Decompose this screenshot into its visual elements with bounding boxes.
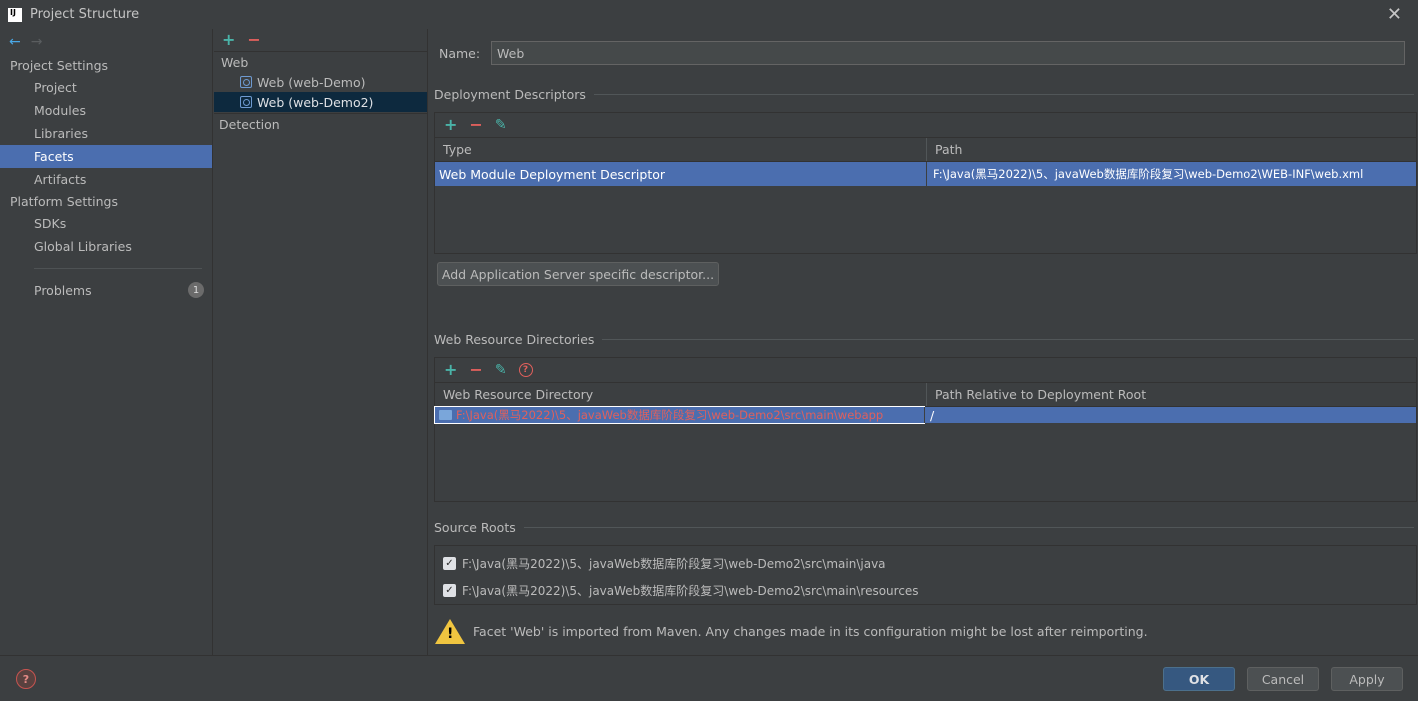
intellij-logo-icon: IJ — [8, 7, 22, 22]
descriptors-toolbar: + − ✎ — [435, 113, 1416, 137]
sidebar-item-project[interactable]: Project — [0, 76, 212, 99]
folder-icon — [439, 410, 452, 420]
maven-warning: ! Facet 'Web' is imported from Maven. An… — [435, 619, 1148, 644]
web-facet-icon — [240, 96, 252, 108]
descriptor-path-cell: F:\Java(黑马2022)\5、javaWeb数据库阶段复习\web-Dem… — [926, 162, 1416, 186]
platform-settings-header: Platform Settings — [10, 194, 118, 209]
source-root-checkbox[interactable]: ✓ — [443, 557, 456, 570]
sidebar-item-artifacts[interactable]: Artifacts — [0, 168, 212, 191]
sidebar-item-facets[interactable]: Facets — [0, 145, 212, 168]
warning-icon: ! — [435, 619, 465, 644]
column-header-path[interactable]: Path — [926, 138, 1416, 161]
relative-path-cell: / — [924, 407, 1416, 423]
tree-item-detection[interactable]: Detection — [214, 113, 427, 135]
tree-item-label: Web (web-Demo2) — [257, 94, 374, 110]
add-resource-dir-icon[interactable]: + — [444, 362, 457, 378]
source-roots-title: Source Roots — [434, 520, 516, 535]
descriptor-type-cell: Web Module Deployment Descriptor — [439, 166, 666, 182]
close-icon[interactable]: ✕ — [1387, 4, 1402, 25]
remove-facet-icon[interactable]: − — [247, 32, 260, 48]
column-header-path-relative[interactable]: Path Relative to Deployment Root — [926, 383, 1416, 406]
ok-button[interactable]: OK — [1163, 667, 1235, 691]
add-descriptor-icon[interactable]: + — [444, 117, 457, 133]
sidebar-item-problems[interactable]: Problems 1 — [0, 279, 212, 302]
tree-root-web[interactable]: Web — [214, 52, 427, 72]
deployment-descriptors-header: Deployment Descriptors — [434, 87, 1414, 102]
web-resource-directories-header: Web Resource Directories — [434, 332, 1414, 347]
window-title: Project Structure — [30, 7, 140, 22]
resource-dirs-toolbar: + − ✎ ? — [435, 358, 1416, 382]
help-icon[interactable]: ? — [518, 363, 533, 377]
edit-descriptor-icon[interactable]: ✎ — [495, 117, 507, 133]
web-resource-directories-panel: + − ✎ ? Web Resource Directory Path Rela… — [434, 357, 1417, 502]
problems-label: Problems — [34, 283, 92, 298]
title-bar: IJ Project Structure ✕ — [0, 0, 1418, 29]
back-arrow-icon[interactable]: ← — [9, 34, 21, 50]
edit-resource-dir-icon[interactable]: ✎ — [495, 362, 507, 378]
name-label: Name: — [439, 45, 481, 61]
source-root-path: F:\Java(黑马2022)\5、javaWeb数据库阶段复习\web-Dem… — [462, 584, 919, 598]
sidebar-item-global-libraries[interactable]: Global Libraries — [0, 235, 212, 258]
table-row[interactable]: F:\Java(黑马2022)\5、javaWeb数据库阶段复习\web-Dem… — [434, 406, 1416, 424]
source-root-path: F:\Java(黑马2022)\5、javaWeb数据库阶段复习\web-Dem… — [462, 557, 886, 571]
sidebar-item-libraries[interactable]: Libraries — [0, 122, 212, 145]
add-server-descriptor-button[interactable]: Add Application Server specific descript… — [437, 262, 719, 286]
tree-item-web-demo2[interactable]: Web (web-Demo2) — [214, 92, 427, 112]
tree-item-web-demo[interactable]: Web (web-Demo) — [214, 72, 427, 92]
name-field[interactable] — [491, 41, 1405, 65]
facet-settings-panel: Name: Deployment Descriptors + − ✎ Type … — [429, 29, 1418, 655]
source-roots-header: Source Roots — [434, 520, 1414, 535]
name-row: Name: — [439, 41, 1405, 65]
source-root-checkbox[interactable]: ✓ — [443, 584, 456, 597]
cancel-button[interactable]: Cancel — [1247, 667, 1319, 691]
resource-dir-cell-editor[interactable]: F:\Java(黑马2022)\5、javaWeb数据库阶段复习\web-Dem… — [434, 406, 925, 424]
help-icon[interactable]: ? — [16, 669, 36, 689]
problems-count-badge: 1 — [188, 282, 204, 298]
tree-item-label: Web (web-Demo) — [257, 74, 366, 90]
sidebar-item-sdks[interactable]: SDKs — [0, 212, 212, 235]
table-row[interactable]: Web Module Deployment Descriptor F:\Java… — [435, 162, 1416, 186]
descriptors-table-header: Type Path — [435, 137, 1416, 162]
apply-button[interactable]: Apply — [1331, 667, 1403, 691]
facet-tree: + − Web Web (web-Demo) Web (web-Demo2) D… — [214, 29, 428, 655]
remove-resource-dir-icon[interactable]: − — [469, 362, 482, 378]
history-nav: ← → — [0, 29, 212, 55]
deployment-descriptors-title: Deployment Descriptors — [434, 87, 586, 102]
warning-text: Facet 'Web' is imported from Maven. Any … — [473, 624, 1148, 639]
column-header-web-resource-directory[interactable]: Web Resource Directory — [435, 383, 926, 406]
source-root-item[interactable]: ✓ F:\Java(黑马2022)\5、javaWeb数据库阶段复习\web-D… — [443, 582, 919, 599]
tree-toolbar: + − — [214, 29, 427, 52]
resource-dirs-table-header: Web Resource Directory Path Relative to … — [435, 382, 1416, 407]
settings-sidebar: ← → Project Settings Project Modules Lib… — [0, 29, 213, 655]
source-root-item[interactable]: ✓ F:\Java(黑马2022)\5、javaWeb数据库阶段复习\web-D… — [443, 555, 886, 572]
dialog-button-bar: ? OK Cancel Apply — [0, 655, 1418, 701]
deployment-descriptors-panel: + − ✎ Type Path Web Module Deployment De… — [434, 112, 1417, 254]
forward-arrow-icon[interactable]: → — [31, 34, 43, 50]
web-facet-icon — [240, 76, 252, 88]
sidebar-item-modules[interactable]: Modules — [0, 99, 212, 122]
add-facet-icon[interactable]: + — [222, 32, 235, 48]
project-settings-header: Project Settings — [10, 58, 109, 73]
resource-dir-path: F:\Java(黑马2022)\5、javaWeb数据库阶段复习\web-Dem… — [456, 408, 884, 422]
remove-descriptor-icon[interactable]: − — [469, 117, 482, 133]
column-header-type[interactable]: Type — [435, 138, 926, 161]
sidebar-divider — [34, 268, 202, 269]
web-resource-directories-title: Web Resource Directories — [434, 332, 595, 347]
